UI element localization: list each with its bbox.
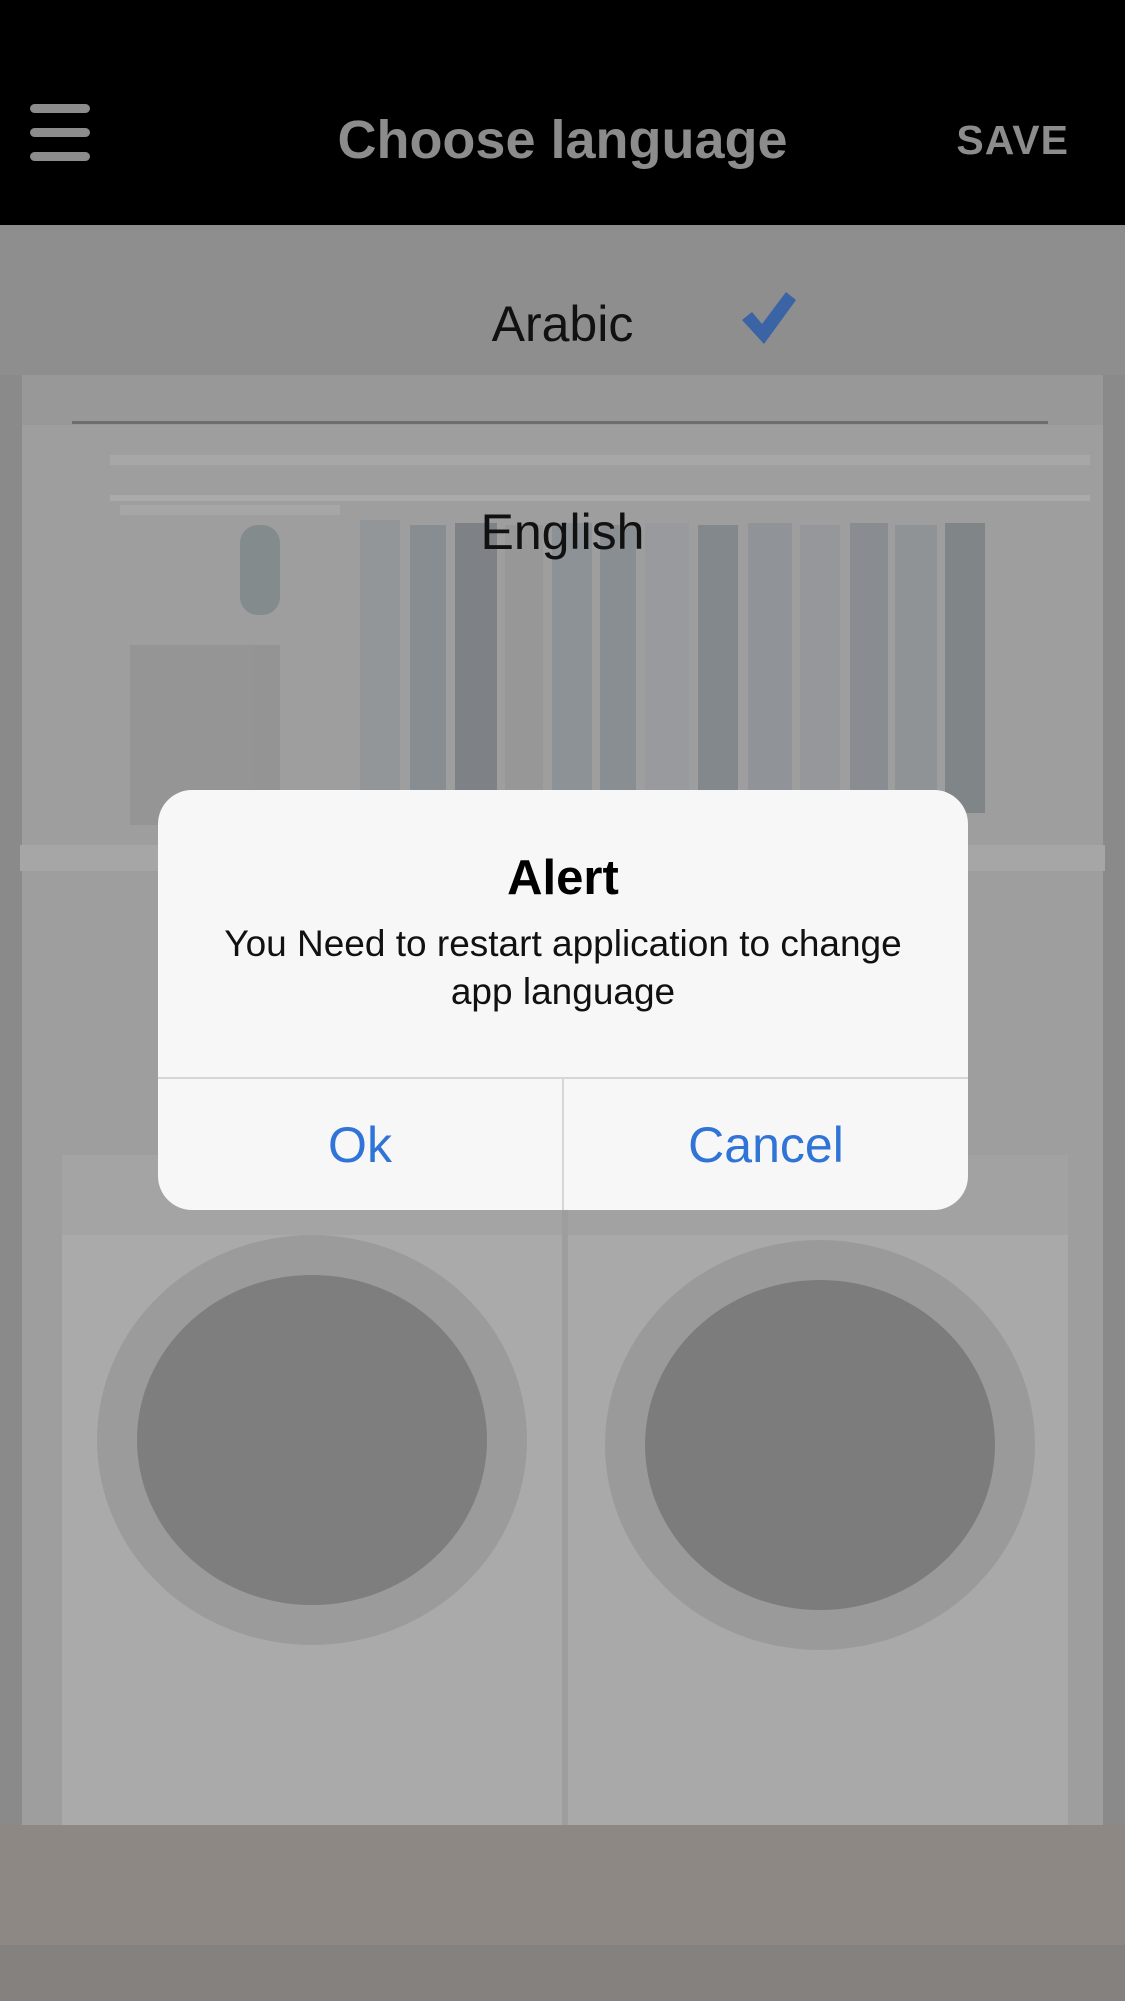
- list-divider: [72, 421, 1048, 424]
- navigation-bar: Choose language SAVE: [0, 0, 1125, 225]
- cancel-button[interactable]: Cancel: [564, 1079, 968, 1210]
- save-button[interactable]: SAVE: [956, 115, 1069, 165]
- language-item-english[interactable]: English: [0, 502, 1125, 562]
- alert-dialog: Alert You Need to restart application to…: [158, 790, 968, 1210]
- ok-button[interactable]: Ok: [158, 1079, 562, 1210]
- alert-message: You Need to restart application to chang…: [224, 923, 902, 1012]
- screen: Arabic English Choose language SAVE Aler…: [0, 0, 1125, 2001]
- language-item-arabic[interactable]: Arabic: [0, 294, 1125, 354]
- checkmark-icon: [742, 292, 796, 344]
- language-label: English: [480, 504, 645, 560]
- alert-title: Alert: [507, 851, 619, 905]
- language-label: Arabic: [491, 296, 634, 352]
